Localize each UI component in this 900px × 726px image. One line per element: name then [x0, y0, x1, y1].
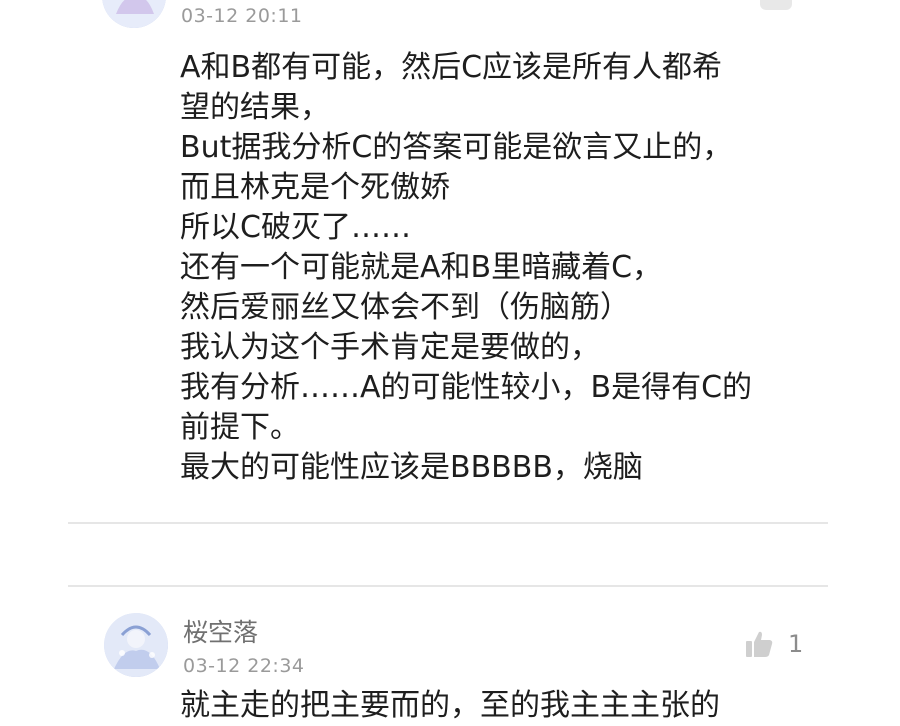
comment-timestamp: 03-12 20:11	[181, 5, 303, 27]
comment-line: A和B都有可能，然后C应该是所有人都希	[180, 50, 723, 85]
comment-line: 最大的可能性应该是BBBBB，烧脑	[180, 450, 643, 485]
like-button[interactable]: 1	[744, 629, 803, 659]
avatar[interactable]	[104, 613, 168, 677]
comment-body: A和B都有可能，然后C应该是所有人都希 望的结果， But据我分析C的答案可能是…	[180, 48, 820, 488]
avatar[interactable]	[102, 0, 166, 28]
comment-timestamp: 03-12 22:34	[183, 655, 305, 677]
like-count: 1	[788, 630, 804, 658]
like-icon-partial[interactable]	[760, 0, 792, 10]
comment-line: But据我分析C的答案可能是欲言又止的，	[180, 130, 733, 165]
comment-line: 然后爱丽丝又体会不到（伤脑筋）	[180, 290, 630, 325]
thumbs-up-icon	[746, 631, 773, 657]
comment-divider	[68, 522, 828, 524]
comment-divider	[68, 585, 828, 587]
comment-line: 所以C破灭了……	[180, 210, 411, 245]
username[interactable]: 桜空落	[183, 613, 258, 649]
comment-body-partial: 就主走的把主要而的，至的我主主主张的	[180, 688, 720, 723]
comment-line: 望的结果，	[180, 90, 330, 125]
comment-line: 我有分析……A的可能性较小，B是得有C的	[180, 370, 753, 405]
comment-line: 我认为这个手术肯定是要做的，	[180, 330, 600, 365]
comment-line: 还有一个可能就是A和B里暗藏着C，	[180, 250, 663, 285]
comment-line: 而且林克是个死傲娇	[180, 170, 450, 205]
comment-line: 前提下。	[180, 410, 300, 445]
